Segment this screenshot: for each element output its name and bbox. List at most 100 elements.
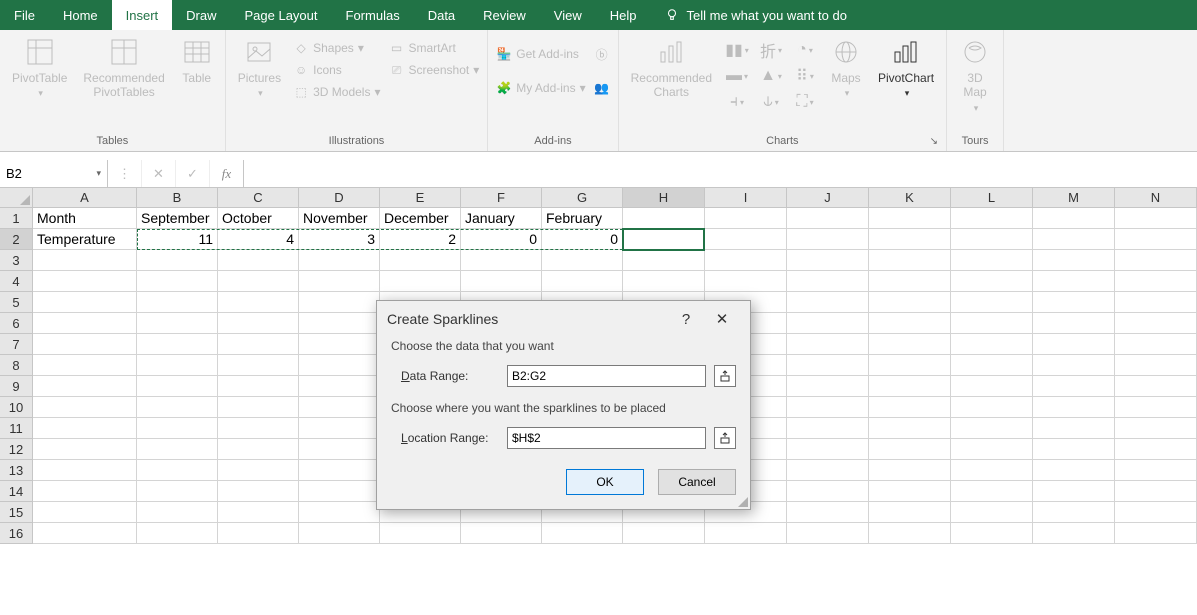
cell-K3[interactable] bbox=[869, 250, 951, 271]
cell-A1[interactable]: Month bbox=[33, 208, 137, 229]
cell-C16[interactable] bbox=[218, 523, 299, 544]
cell-E3[interactable] bbox=[380, 250, 461, 271]
icons-button[interactable]: ☺Icons bbox=[293, 60, 380, 80]
cell-C2[interactable]: 4 bbox=[218, 229, 299, 250]
cell-K13[interactable] bbox=[869, 460, 951, 481]
cell-C6[interactable] bbox=[218, 313, 299, 334]
menu-insert[interactable]: Insert bbox=[112, 0, 173, 30]
row-header-11[interactable]: 11 bbox=[0, 418, 33, 439]
cell-G1[interactable]: February bbox=[542, 208, 623, 229]
cell-D14[interactable] bbox=[299, 481, 380, 502]
row-header-8[interactable]: 8 bbox=[0, 355, 33, 376]
pivotchart-button[interactable]: PivotChart▾ bbox=[874, 34, 938, 101]
cell-A9[interactable] bbox=[33, 376, 137, 397]
cell-H1[interactable] bbox=[623, 208, 705, 229]
cell-J4[interactable] bbox=[787, 271, 869, 292]
bar-chart-button[interactable]: ▬▾ bbox=[724, 66, 750, 86]
cell-C13[interactable] bbox=[218, 460, 299, 481]
cell-M2[interactable] bbox=[1033, 229, 1115, 250]
cell-J1[interactable] bbox=[787, 208, 869, 229]
cell-K2[interactable] bbox=[869, 229, 951, 250]
cell-L3[interactable] bbox=[951, 250, 1033, 271]
col-header-A[interactable]: A bbox=[33, 188, 137, 207]
cell-C14[interactable] bbox=[218, 481, 299, 502]
cell-K7[interactable] bbox=[869, 334, 951, 355]
location-range-input[interactable] bbox=[507, 427, 706, 449]
cell-A11[interactable] bbox=[33, 418, 137, 439]
cell-D3[interactable] bbox=[299, 250, 380, 271]
row-header-14[interactable]: 14 bbox=[0, 481, 33, 502]
row-header-3[interactable]: 3 bbox=[0, 250, 33, 271]
name-box-dropdown-icon[interactable]: ▾ bbox=[96, 168, 101, 179]
cell-C7[interactable] bbox=[218, 334, 299, 355]
cell-A13[interactable] bbox=[33, 460, 137, 481]
cell-J11[interactable] bbox=[787, 418, 869, 439]
cell-M9[interactable] bbox=[1033, 376, 1115, 397]
map-chart-button[interactable]: ⛶▾ bbox=[792, 92, 818, 112]
cell-G2[interactable]: 0 bbox=[542, 229, 623, 250]
cell-D10[interactable] bbox=[299, 397, 380, 418]
cell-K4[interactable] bbox=[869, 271, 951, 292]
cell-J5[interactable] bbox=[787, 292, 869, 313]
get-addins-button[interactable]: 🏪Get Add-ins bbox=[496, 44, 585, 64]
cell-N5[interactable] bbox=[1115, 292, 1197, 313]
cell-N15[interactable] bbox=[1115, 502, 1197, 523]
shapes-button[interactable]: ◇Shapes▾ bbox=[293, 38, 380, 58]
cell-C5[interactable] bbox=[218, 292, 299, 313]
cell-K5[interactable] bbox=[869, 292, 951, 313]
menu-data[interactable]: Data bbox=[414, 0, 469, 30]
cell-L13[interactable] bbox=[951, 460, 1033, 481]
area-chart-button[interactable]: ▲▾ bbox=[758, 66, 784, 86]
cell-G4[interactable] bbox=[542, 271, 623, 292]
cell-M11[interactable] bbox=[1033, 418, 1115, 439]
row-header-12[interactable]: 12 bbox=[0, 439, 33, 460]
cell-F1[interactable]: January bbox=[461, 208, 542, 229]
cancel-formula-button[interactable]: ✕ bbox=[142, 160, 176, 187]
cell-J6[interactable] bbox=[787, 313, 869, 334]
line-chart-button[interactable]: 折▾ bbox=[758, 40, 784, 60]
cell-C10[interactable] bbox=[218, 397, 299, 418]
cell-L7[interactable] bbox=[951, 334, 1033, 355]
cell-K14[interactable] bbox=[869, 481, 951, 502]
cell-M14[interactable] bbox=[1033, 481, 1115, 502]
name-box[interactable]: B2 ▾ bbox=[0, 160, 108, 187]
cell-N10[interactable] bbox=[1115, 397, 1197, 418]
cell-B6[interactable] bbox=[137, 313, 218, 334]
cell-D4[interactable] bbox=[299, 271, 380, 292]
cell-H2[interactable] bbox=[623, 229, 705, 250]
cell-B11[interactable] bbox=[137, 418, 218, 439]
menu-help[interactable]: Help bbox=[596, 0, 651, 30]
cell-L9[interactable] bbox=[951, 376, 1033, 397]
cell-L16[interactable] bbox=[951, 523, 1033, 544]
cell-K12[interactable] bbox=[869, 439, 951, 460]
cell-D11[interactable] bbox=[299, 418, 380, 439]
row-header-1[interactable]: 1 bbox=[0, 208, 33, 229]
cell-C11[interactable] bbox=[218, 418, 299, 439]
col-header-N[interactable]: N bbox=[1115, 188, 1197, 207]
cell-B14[interactable] bbox=[137, 481, 218, 502]
cell-F3[interactable] bbox=[461, 250, 542, 271]
cell-A16[interactable] bbox=[33, 523, 137, 544]
menu-review[interactable]: Review bbox=[469, 0, 540, 30]
table-button[interactable]: Table bbox=[177, 34, 217, 87]
row-header-16[interactable]: 16 bbox=[0, 523, 33, 544]
screenshot-button[interactable]: ⎚Screenshot▾ bbox=[389, 60, 480, 80]
cell-N11[interactable] bbox=[1115, 418, 1197, 439]
cell-J9[interactable] bbox=[787, 376, 869, 397]
location-range-collapse-button[interactable] bbox=[714, 427, 736, 449]
col-header-H[interactable]: H bbox=[623, 188, 705, 207]
cell-B12[interactable] bbox=[137, 439, 218, 460]
pictures-button[interactable]: Pictures▾ bbox=[234, 34, 285, 101]
3d-models-button[interactable]: ⬚3D Models▾ bbox=[293, 82, 380, 102]
cell-J7[interactable] bbox=[787, 334, 869, 355]
col-header-E[interactable]: E bbox=[380, 188, 461, 207]
cell-C12[interactable] bbox=[218, 439, 299, 460]
cell-H3[interactable] bbox=[623, 250, 705, 271]
cell-K6[interactable] bbox=[869, 313, 951, 334]
row-header-10[interactable]: 10 bbox=[0, 397, 33, 418]
cell-N7[interactable] bbox=[1115, 334, 1197, 355]
cell-M1[interactable] bbox=[1033, 208, 1115, 229]
cell-K1[interactable] bbox=[869, 208, 951, 229]
row-header-9[interactable]: 9 bbox=[0, 376, 33, 397]
col-header-F[interactable]: F bbox=[461, 188, 542, 207]
